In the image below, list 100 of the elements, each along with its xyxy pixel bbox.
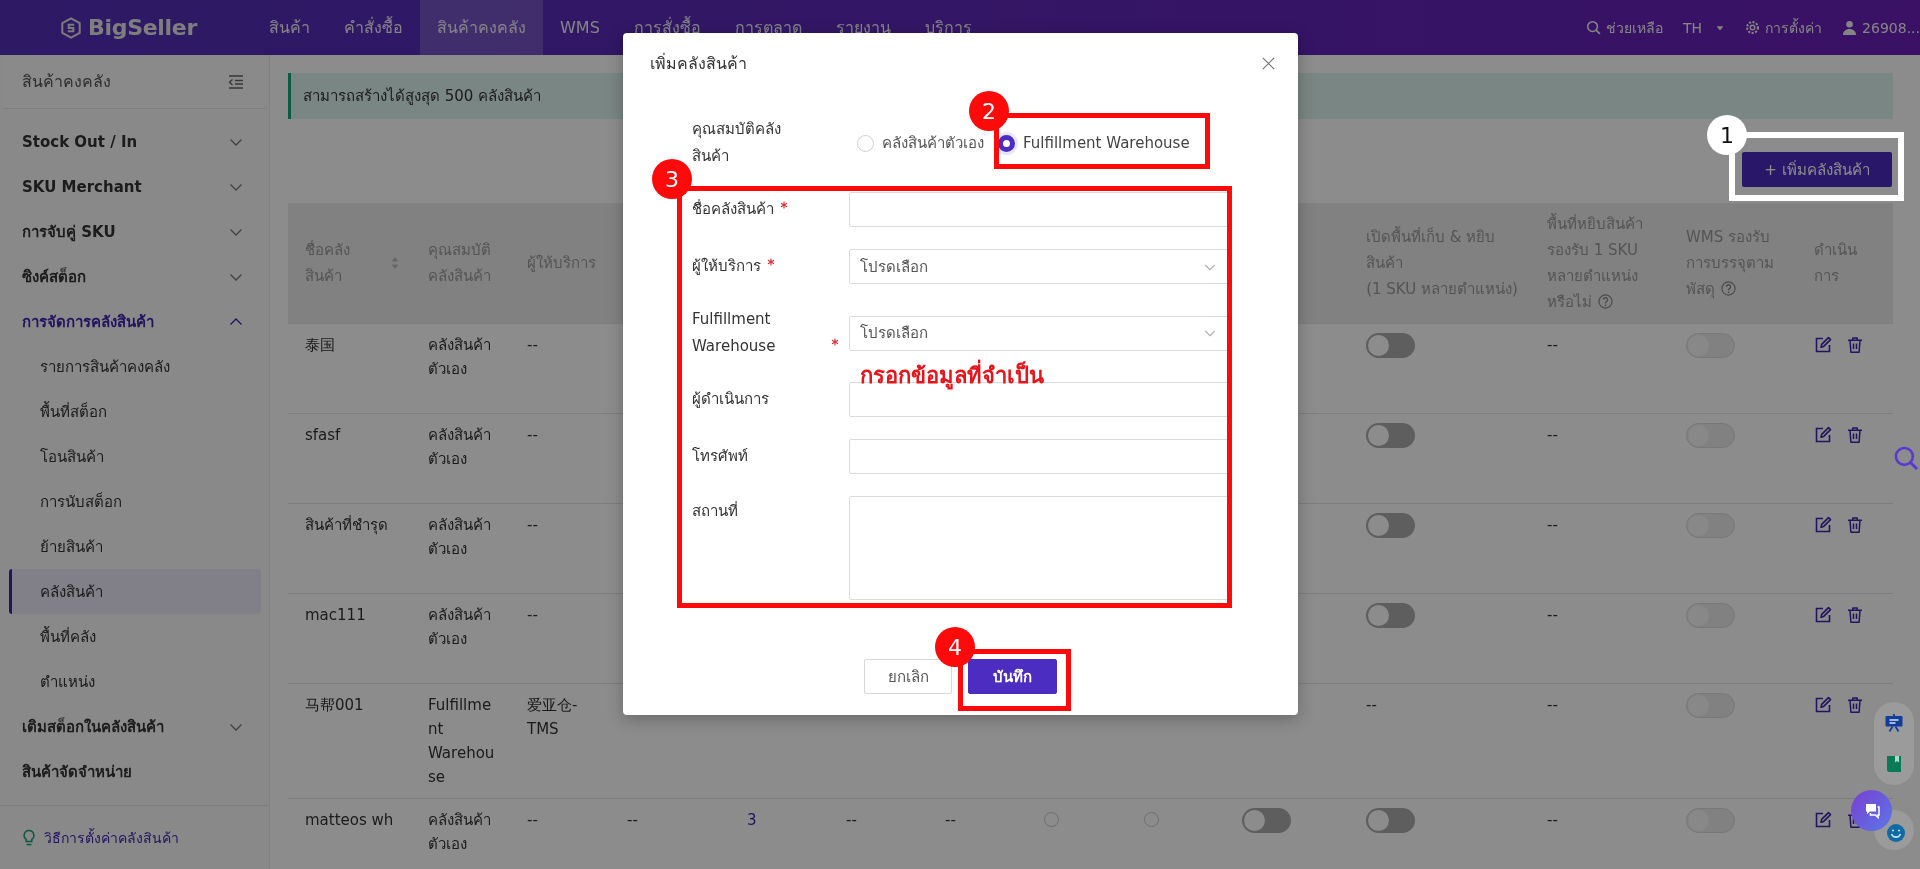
sidebar-item[interactable]: พื้นที่คลัง [0, 614, 269, 659]
edit-icon[interactable] [1814, 516, 1832, 534]
table-cell: -- [610, 798, 730, 869]
delete-icon[interactable] [1846, 606, 1864, 624]
table-cell: คลังสินค้าตัวเอง [411, 413, 510, 504]
sidebar-item[interactable]: การนับสต็อก [0, 479, 269, 524]
sidebar-group[interactable]: การจัดการคลังสินค้า [0, 299, 269, 344]
table-cell: -- [1530, 593, 1669, 684]
nav-tab[interactable]: สินค้า [252, 0, 327, 55]
table-cell: คลังสินค้าตัวเอง [411, 503, 510, 594]
table-cell: matteos wh [288, 798, 411, 869]
table-cell: สินค้าที่ชำรุด [288, 503, 411, 594]
lightbulb-icon [22, 828, 36, 847]
language-selector[interactable]: TH [1683, 19, 1726, 36]
dialog-title: เพิ่มคลังสินค้า [650, 52, 747, 75]
sidebar-item[interactable]: โอนสินค้า [0, 434, 269, 479]
table-cell: -- [1530, 683, 1669, 799]
edit-icon[interactable] [1814, 811, 1832, 829]
sidebar-group[interactable]: การจับคู่ SKU [0, 209, 269, 254]
table-cell: -- [510, 593, 610, 684]
field-label: สถานที่ [692, 500, 738, 522]
save-button[interactable]: บันทึก [968, 659, 1057, 694]
cancel-button[interactable]: ยกเลิก [864, 659, 952, 694]
toggle-switch[interactable] [1242, 808, 1291, 833]
add-warehouse-button[interactable]: + เพิ่มคลังสินค้า [1742, 152, 1892, 187]
edit-icon[interactable] [1814, 696, 1832, 714]
sidebar-title: สินค้าคงคลัง [22, 71, 111, 93]
presentation-board-icon[interactable] [1884, 712, 1904, 733]
delete-icon[interactable] [1846, 696, 1864, 714]
help-icon[interactable] [1598, 294, 1613, 309]
logo-text: BigSeller [88, 15, 197, 40]
toggle-switch[interactable] [1366, 333, 1415, 358]
table-cell: sfasf [288, 413, 411, 504]
nav-tab[interactable]: WMS [543, 0, 617, 55]
book-icon[interactable] [1884, 754, 1904, 775]
field-label: คุณสมบัติคลังสินค้า [692, 119, 782, 167]
table-cell: -- [1530, 503, 1669, 594]
toggle-switch[interactable] [1366, 423, 1415, 448]
smile-icon [1886, 823, 1906, 843]
sidebar-item[interactable]: พื้นที่สต็อก [0, 389, 269, 434]
toggle-switch[interactable] [1366, 513, 1415, 538]
close-icon[interactable] [1261, 55, 1276, 71]
field-label: ชื่อคลังสินค้า [692, 198, 774, 220]
radio-button[interactable] [1144, 812, 1159, 827]
table-cell: -- [1530, 323, 1669, 414]
nav-tab[interactable]: คำสั่งซื้อ [327, 0, 420, 55]
delete-icon[interactable] [1846, 516, 1864, 534]
toggle-switch[interactable] [1366, 603, 1415, 628]
table-cell: -- [510, 413, 610, 504]
delete-icon[interactable] [1846, 426, 1864, 444]
sidebar-item[interactable]: คลังสินค้า [9, 569, 261, 614]
table-cell: คลังสินค้าตัวเอง [411, 798, 510, 869]
sidebar-item[interactable]: ย้ายสินค้า [0, 524, 269, 569]
table-cell: คลังสินค้าตัวเอง [411, 593, 510, 684]
search-icon [1586, 20, 1601, 35]
settings-icon [1745, 20, 1761, 35]
delete-icon[interactable] [1846, 336, 1864, 354]
table-cell: -- [510, 798, 610, 869]
table-cell: คลังสินค้าตัวเอง [411, 323, 510, 414]
user-icon [1842, 20, 1858, 35]
table-cell: -- [1349, 683, 1530, 799]
sidebar-group[interactable]: สินค้าจัดจำหน่าย [0, 749, 269, 794]
help-link[interactable]: วิธีการตั้งค่าคลังสินค้า [22, 826, 179, 849]
table-cell: -- [510, 503, 610, 594]
table-cell: -- [1530, 798, 1669, 869]
field-label: Fulfillment Warehouse [692, 309, 777, 357]
table-cell: -- [510, 323, 610, 414]
field-label: โทรศัพท์ [692, 446, 748, 467]
edit-icon[interactable] [1814, 336, 1832, 354]
table-cell: 爱亚仓-TMS [510, 683, 610, 799]
radio-button[interactable] [1044, 812, 1059, 827]
table-cell: -- [928, 798, 1027, 869]
field-label: ผู้ดำเนินการ [692, 389, 769, 410]
sidebar-group[interactable]: Stock Out / In [0, 119, 269, 164]
toggle-switch[interactable] [1366, 808, 1415, 833]
count-link[interactable]: 3 [747, 811, 757, 829]
table-cell: 泰国 [288, 323, 411, 414]
sidebar-group[interactable]: SKU Merchant [0, 164, 269, 209]
table-cell: 马帮001 [288, 683, 411, 799]
search-icon[interactable] [1893, 445, 1919, 471]
annotation-note: กรอกข้อมูลที่จำเป็น [860, 358, 1044, 393]
table-cell: Fulfillment Warehouse [411, 683, 510, 799]
radio-option[interactable]: คลังสินค้าตัวเอง [857, 131, 984, 155]
sidebar-group[interactable]: เติมสต็อกในคลังสินค้า [0, 704, 269, 749]
help-link[interactable]: ช่วยเหลือ [1586, 16, 1663, 39]
user-menu[interactable]: 26908... [1842, 19, 1920, 36]
settings-link[interactable]: การตั้งค่า [1745, 16, 1823, 39]
help-icon[interactable] [1721, 281, 1736, 296]
logo-icon [60, 15, 82, 40]
sidebar-item[interactable]: ตำแหน่ง [0, 659, 269, 704]
sidebar-group[interactable]: ซิงค์สต็อก [0, 254, 269, 299]
sidebar-item[interactable]: รายการสินค้าคงคลัง [0, 344, 269, 389]
radio-option[interactable]: Fulfillment Warehouse [998, 134, 1190, 152]
field-label: ผู้ให้บริการ [692, 256, 761, 277]
table-cell: -- [1530, 413, 1669, 504]
table-cell: mac111 [288, 593, 411, 684]
table-cell: -- [829, 798, 928, 869]
collapse-icon[interactable] [227, 72, 245, 91]
edit-icon[interactable] [1814, 606, 1832, 624]
edit-icon[interactable] [1814, 426, 1832, 444]
